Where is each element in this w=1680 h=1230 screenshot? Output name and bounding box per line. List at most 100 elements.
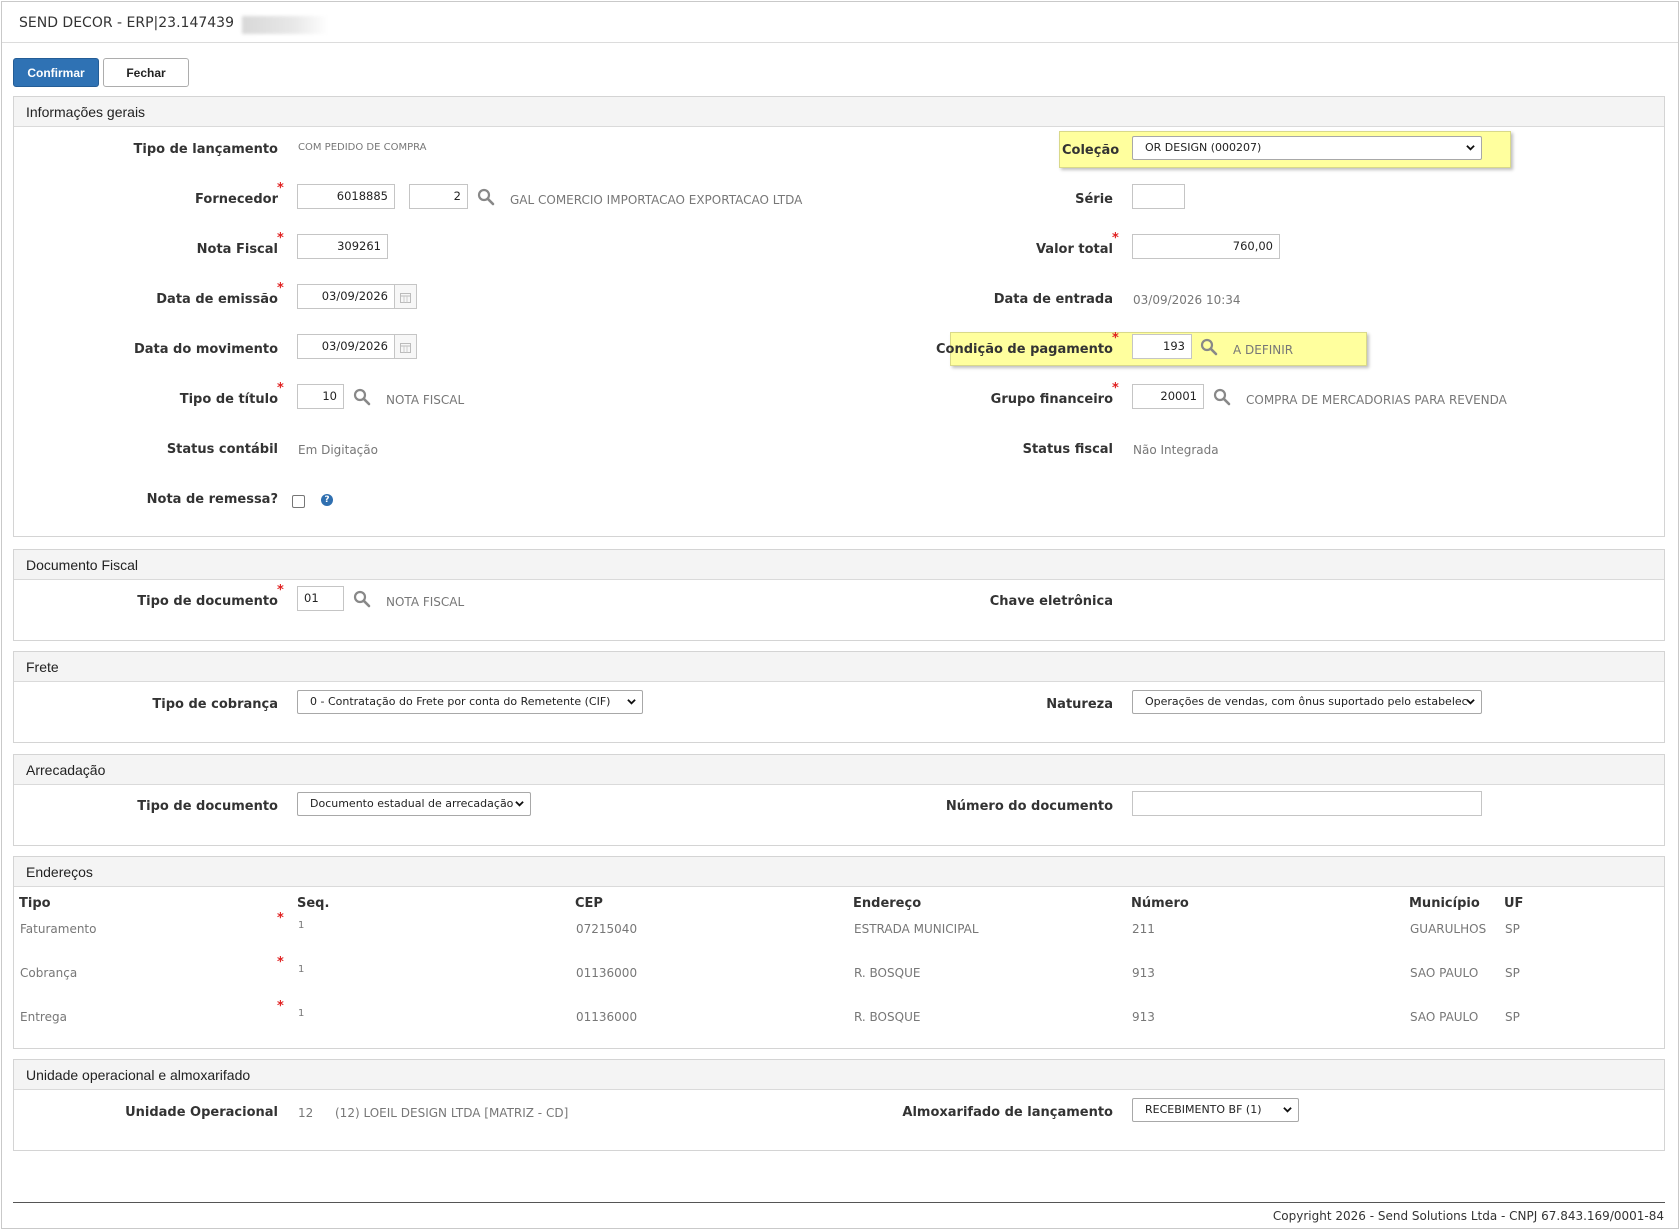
tipo-cobranca-select[interactable]: 0 - Contratação do Frete por conta do Re… bbox=[297, 690, 643, 714]
column-header-endereco: Endereço bbox=[853, 896, 922, 911]
tipo-titulo-desc: NOTA FISCAL bbox=[386, 393, 465, 407]
unidade-desc: (12) LOEIL DESIGN LTDA [MATRIZ - CD] bbox=[335, 1106, 569, 1120]
natureza-label: Natureza bbox=[1046, 697, 1113, 712]
footer-copyright: Copyright 2026 - Send Solutions Ltda - C… bbox=[1272, 1209, 1664, 1223]
search-icon[interactable] bbox=[1200, 338, 1218, 356]
column-header-numero: Número bbox=[1131, 896, 1189, 911]
unidade-label: Unidade Operacional bbox=[125, 1105, 278, 1120]
status-contabil-label: Status contábil bbox=[166, 442, 278, 457]
redacted-area bbox=[242, 16, 328, 34]
calendar-button[interactable] bbox=[395, 334, 417, 359]
search-icon[interactable] bbox=[353, 388, 371, 406]
tipo-cobranca-select-value: 0 - Contratação do Frete por conta do Re… bbox=[310, 695, 611, 708]
chave-label: Chave eletrônica bbox=[989, 594, 1113, 609]
colecao-label: Coleção bbox=[1062, 143, 1120, 158]
status-fiscal-label: Status fiscal bbox=[1022, 442, 1113, 457]
cell-endereco: ESTRADA MUNICIPAL bbox=[854, 922, 979, 936]
search-icon[interactable] bbox=[477, 188, 495, 206]
confirm-button[interactable]: Confirmar bbox=[13, 58, 99, 87]
cell-tipo: Cobrança bbox=[20, 966, 78, 980]
frete-panel-heading: Frete bbox=[14, 652, 1664, 682]
almoxarifado-select[interactable]: RECEBIMENTO BF (1) bbox=[1132, 1098, 1299, 1122]
required-marker: * bbox=[277, 181, 284, 196]
serie-label: Série bbox=[1075, 192, 1113, 207]
window-title: SEND DECOR - ERP|23.147439 bbox=[19, 15, 234, 31]
cell-municipio: SAO PAULO bbox=[1410, 1010, 1479, 1024]
chevron-down-icon bbox=[1466, 699, 1475, 705]
calendar-button[interactable] bbox=[395, 284, 417, 309]
fiscal-tipo-doc-label: Tipo de documento bbox=[137, 594, 278, 609]
almoxarifado-select-value: RECEBIMENTO BF (1) bbox=[1145, 1103, 1262, 1116]
fornecedor-name: GAL COMERCIO IMPORTACAO EXPORTACAO LTDA bbox=[510, 193, 803, 207]
required-marker: * bbox=[277, 231, 284, 246]
cell-endereco: R. BOSQUE bbox=[854, 1010, 921, 1024]
unidade-code: 12 bbox=[298, 1106, 314, 1120]
nota-fiscal-input[interactable]: 309261 bbox=[297, 234, 388, 259]
valor-total-input[interactable]: 760,00 bbox=[1132, 234, 1280, 259]
condicao-desc: A DEFINIR bbox=[1233, 343, 1294, 357]
enderecos-panel-heading: Endereços bbox=[14, 857, 1664, 887]
arrecadacao-tipo-doc-label: Tipo de documento bbox=[137, 799, 278, 814]
footer-divider bbox=[13, 1202, 1665, 1203]
close-button[interactable]: Fechar bbox=[103, 58, 189, 87]
cell-tipo: Entrega bbox=[20, 1010, 67, 1024]
grupo-desc: COMPRA DE MERCADORIAS PARA REVENDA bbox=[1246, 393, 1507, 407]
almoxarifado-label: Almoxarifado de lançamento bbox=[902, 1105, 1113, 1120]
calendar-icon bbox=[400, 343, 411, 353]
required-marker: * bbox=[277, 955, 284, 970]
cell-uf: SP bbox=[1505, 922, 1520, 936]
data-movimento-input[interactable]: 03/09/2026 bbox=[297, 334, 395, 359]
cell-numero: 913 bbox=[1132, 966, 1155, 980]
natureza-select[interactable]: Operações de vendas, com ônus suportado … bbox=[1132, 690, 1482, 714]
required-marker: * bbox=[277, 583, 284, 598]
required-marker: * bbox=[1112, 381, 1119, 396]
arrecadacao-tipo-doc-select[interactable]: Documento estadual de arrecadação bbox=[297, 792, 531, 816]
general-panel-heading: Informações gerais bbox=[14, 97, 1664, 127]
required-marker: * bbox=[277, 281, 284, 296]
cell-seq: 1 bbox=[298, 920, 305, 931]
nota-remessa-checkbox[interactable] bbox=[292, 495, 305, 508]
grupo-input[interactable]: 20001 bbox=[1132, 384, 1204, 409]
fornecedor-label: Fornecedor bbox=[195, 192, 278, 207]
serie-input[interactable] bbox=[1132, 184, 1185, 209]
data-emissao-input[interactable]: 03/09/2026 bbox=[297, 284, 395, 309]
unidade-panel-heading: Unidade operacional e almoxarifado bbox=[14, 1060, 1664, 1090]
chevron-down-icon bbox=[515, 801, 524, 807]
data-entrada-label: Data de entrada bbox=[993, 292, 1113, 307]
search-icon[interactable] bbox=[353, 590, 371, 608]
fornecedor-code-input[interactable]: 6018885 bbox=[297, 184, 395, 209]
tipo-titulo-input[interactable]: 10 bbox=[297, 384, 344, 409]
colecao-select[interactable]: OR DESIGN (000207) bbox=[1132, 136, 1482, 160]
status-contabil-value: Em Digitação bbox=[298, 443, 378, 457]
data-entrada-value: 03/09/2026 10:34 bbox=[1133, 293, 1241, 307]
tipo-lancamento-value: COM PEDIDO DE COMPRA bbox=[298, 142, 427, 153]
fiscal-tipo-doc-input[interactable]: 01 bbox=[297, 586, 344, 611]
column-header-uf: UF bbox=[1504, 896, 1524, 911]
cell-cep: 07215040 bbox=[576, 922, 638, 936]
cell-municipio: SAO PAULO bbox=[1410, 966, 1479, 980]
required-marker: * bbox=[277, 911, 284, 926]
search-icon[interactable] bbox=[1213, 388, 1231, 406]
numero-documento-input[interactable] bbox=[1132, 791, 1482, 816]
cell-seq: 1 bbox=[298, 1008, 305, 1019]
cell-cep: 01136000 bbox=[576, 966, 638, 980]
condicao-input[interactable]: 193 bbox=[1132, 334, 1192, 359]
fornecedor-branch-input[interactable]: 2 bbox=[409, 184, 468, 209]
required-marker: * bbox=[277, 381, 284, 396]
help-icon[interactable]: ? bbox=[321, 494, 333, 506]
cell-municipio: GUARULHOS bbox=[1410, 922, 1487, 936]
grupo-label: Grupo financeiro bbox=[990, 392, 1113, 407]
cell-cep: 01136000 bbox=[576, 1010, 638, 1024]
title-bar: SEND DECOR - ERP|23.147439 bbox=[2, 2, 1678, 43]
natureza-select-value: Operações de vendas, com ônus suportado … bbox=[1145, 695, 1468, 708]
cell-uf: SP bbox=[1505, 966, 1520, 980]
data-movimento-label: Data do movimento bbox=[133, 342, 278, 357]
cell-numero: 913 bbox=[1132, 1010, 1155, 1024]
chevron-down-icon bbox=[1466, 145, 1475, 151]
cell-uf: SP bbox=[1505, 1010, 1520, 1024]
calendar-icon bbox=[400, 293, 411, 303]
fiscal-tipo-doc-desc: NOTA FISCAL bbox=[386, 595, 465, 609]
required-marker: * bbox=[1112, 331, 1119, 346]
colecao-select-value: OR DESIGN (000207) bbox=[1145, 141, 1262, 154]
cell-seq: 1 bbox=[298, 964, 305, 975]
